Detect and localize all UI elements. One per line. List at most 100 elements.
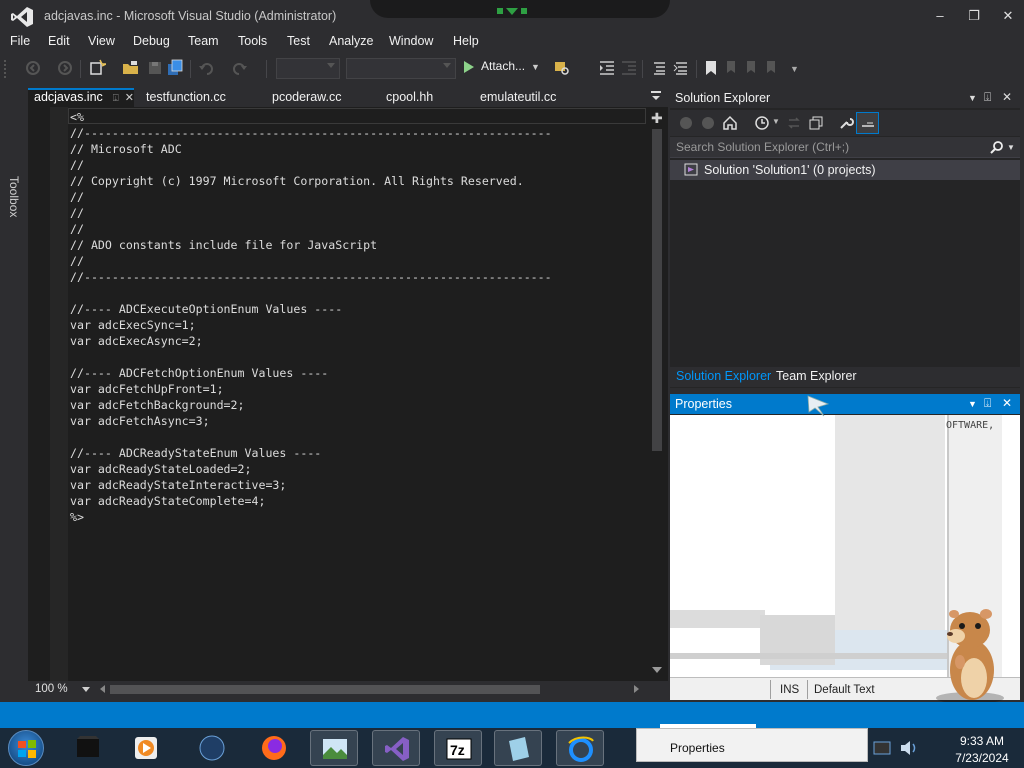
code-line[interactable]: var adcReadyStateComplete=4; — [70, 493, 552, 509]
code-line[interactable] — [70, 285, 552, 301]
comment-lines-icon[interactable] — [650, 59, 668, 77]
search-options-icon[interactable]: ▼ — [1007, 143, 1015, 152]
scroll-down-icon[interactable] — [652, 667, 662, 673]
code-line[interactable]: //--------------------------------------… — [70, 125, 552, 141]
new-project-icon[interactable] — [88, 59, 106, 77]
code-editor[interactable]: <%//------------------------------------… — [28, 107, 668, 681]
code-line[interactable]: var adcFetchUpFront=1; — [70, 381, 552, 397]
menu-tools[interactable]: Tools — [238, 34, 267, 48]
panel-menu-icon[interactable]: ▼ — [968, 399, 977, 409]
minimize-button[interactable]: – — [930, 6, 950, 26]
indent-icon[interactable] — [598, 59, 616, 77]
code-text[interactable]: <%//------------------------------------… — [70, 109, 552, 525]
close-panel-icon[interactable]: ✕ — [1002, 396, 1012, 410]
toolbar-grip[interactable] — [4, 60, 10, 78]
vertical-scroll-thumb[interactable] — [652, 129, 662, 451]
code-line[interactable]: // — [70, 205, 552, 221]
undo-icon[interactable] — [197, 59, 215, 77]
tab-team-explorer[interactable]: Team Explorer — [776, 369, 857, 383]
taskbar-app-media-player[interactable] — [122, 730, 170, 766]
solution-configuration-dropdown[interactable] — [276, 58, 340, 79]
code-line[interactable]: //---- ADCReadyStateEnum Values ---- — [70, 445, 552, 461]
taskbar-app-firefox[interactable] — [250, 730, 298, 766]
tab-solution-explorer[interactable]: Solution Explorer — [676, 369, 771, 383]
menu-debug[interactable]: Debug — [133, 34, 170, 48]
menu-test[interactable]: Test — [287, 34, 310, 48]
taskbar-app-notepad[interactable] — [494, 730, 542, 766]
code-line[interactable]: var adcFetchBackground=2; — [70, 397, 552, 413]
pin-icon[interactable]: ⍗ — [984, 396, 991, 411]
history-icon[interactable] — [754, 115, 770, 131]
search-icon[interactable] — [990, 140, 1004, 154]
tab-pcoderaw[interactable]: pcoderaw.cc — [272, 88, 341, 107]
collapse-all-icon[interactable] — [808, 115, 824, 131]
taskbar-app-image-viewer[interactable] — [310, 730, 358, 766]
code-line[interactable]: // Copyright (c) 1997 Microsoft Corporat… — [70, 173, 552, 189]
tab-cpool[interactable]: cpool.hh — [386, 88, 433, 107]
navigate-forward-icon[interactable] — [56, 59, 74, 77]
code-line[interactable]: // — [70, 189, 552, 205]
code-line[interactable]: // — [70, 221, 552, 237]
save-icon[interactable] — [146, 59, 164, 77]
solution-search-input[interactable]: Search Solution Explorer (Ctrl+;) ▼ — [670, 137, 1020, 158]
code-line[interactable]: var adcFetchAsync=3; — [70, 413, 552, 429]
code-line[interactable]: // — [70, 253, 552, 269]
notification-flag-icon[interactable] — [497, 8, 527, 16]
start-button[interactable] — [8, 730, 44, 766]
horizontal-scroll-thumb[interactable] — [110, 685, 540, 694]
toolbar-overflow-icon[interactable]: ▼ — [790, 64, 799, 74]
taskbar-app-console[interactable] — [64, 730, 112, 766]
forward-icon[interactable] — [700, 115, 716, 131]
back-icon[interactable] — [678, 115, 694, 131]
solution-tree-item[interactable]: Solution 'Solution1' (0 projects) — [670, 160, 1020, 180]
clock-date[interactable]: 7/23/2024 — [952, 751, 1012, 765]
menu-help[interactable]: Help — [453, 34, 479, 48]
code-line[interactable] — [70, 429, 552, 445]
bookmark-icon[interactable] — [702, 59, 720, 77]
taskbar-app-7zip[interactable]: 7z — [434, 730, 482, 766]
code-line[interactable]: %> — [70, 509, 552, 525]
clock-time[interactable]: 9:33 AM — [952, 734, 1012, 748]
zoom-level[interactable]: 100 % — [35, 683, 68, 695]
tab-testfunction[interactable]: testfunction.cc — [146, 88, 226, 107]
volume-icon[interactable] — [898, 738, 920, 758]
menu-view[interactable]: View — [88, 34, 115, 48]
preview-selected-button[interactable] — [856, 112, 879, 134]
close-tab-icon[interactable]: ✕ — [125, 91, 134, 104]
code-line[interactable]: //---- ADCFetchOptionEnum Values ---- — [70, 365, 552, 381]
scroll-left-icon[interactable] — [100, 685, 105, 693]
menu-window[interactable]: Window — [389, 34, 433, 48]
code-line[interactable] — [70, 349, 552, 365]
code-line[interactable]: var adcExecAsync=2; — [70, 333, 552, 349]
previous-bookmark-icon[interactable] — [722, 59, 740, 77]
tabs-dropdown-icon[interactable] — [650, 90, 662, 102]
uncomment-lines-icon[interactable] — [672, 59, 690, 77]
taskbar-app-visual-studio[interactable] — [372, 730, 420, 766]
vertical-scrollbar[interactable]: ✚ — [646, 107, 668, 681]
zoom-dropdown-icon[interactable] — [82, 687, 90, 692]
network-icon[interactable] — [872, 738, 894, 758]
sync-icon[interactable] — [786, 115, 802, 131]
tab-emulateutil[interactable]: emulateutil.cc — [480, 88, 556, 107]
save-all-icon[interactable] — [166, 59, 184, 77]
menu-team[interactable]: Team — [188, 34, 219, 48]
code-line[interactable]: // — [70, 157, 552, 173]
taskbar-app-internet-explorer[interactable] — [556, 730, 604, 766]
next-bookmark-icon[interactable] — [742, 59, 760, 77]
code-line[interactable]: // Microsoft ADC — [70, 141, 552, 157]
navigate-back-icon[interactable] — [24, 59, 42, 77]
scroll-right-icon[interactable] — [634, 685, 639, 693]
attach-button[interactable]: Attach... ▼ — [464, 59, 540, 79]
pin-icon[interactable]: ⍗ — [113, 93, 119, 104]
code-line[interactable]: // ADO constants include file for JavaSc… — [70, 237, 552, 253]
toolbox-tab[interactable]: Toolbox — [0, 86, 28, 701]
history-dropdown-icon[interactable]: ▼ — [772, 117, 780, 126]
outdent-icon[interactable] — [620, 59, 638, 77]
properties-wrench-icon[interactable] — [838, 115, 854, 131]
menu-file[interactable]: File — [10, 34, 30, 48]
panel-menu-icon[interactable]: ▼ — [968, 93, 977, 103]
pin-icon[interactable]: ⍗ — [984, 90, 991, 105]
solution-platform-dropdown[interactable] — [346, 58, 456, 79]
close-panel-icon[interactable]: ✕ — [1002, 90, 1012, 104]
close-window-button[interactable]: ✕ — [998, 6, 1018, 26]
